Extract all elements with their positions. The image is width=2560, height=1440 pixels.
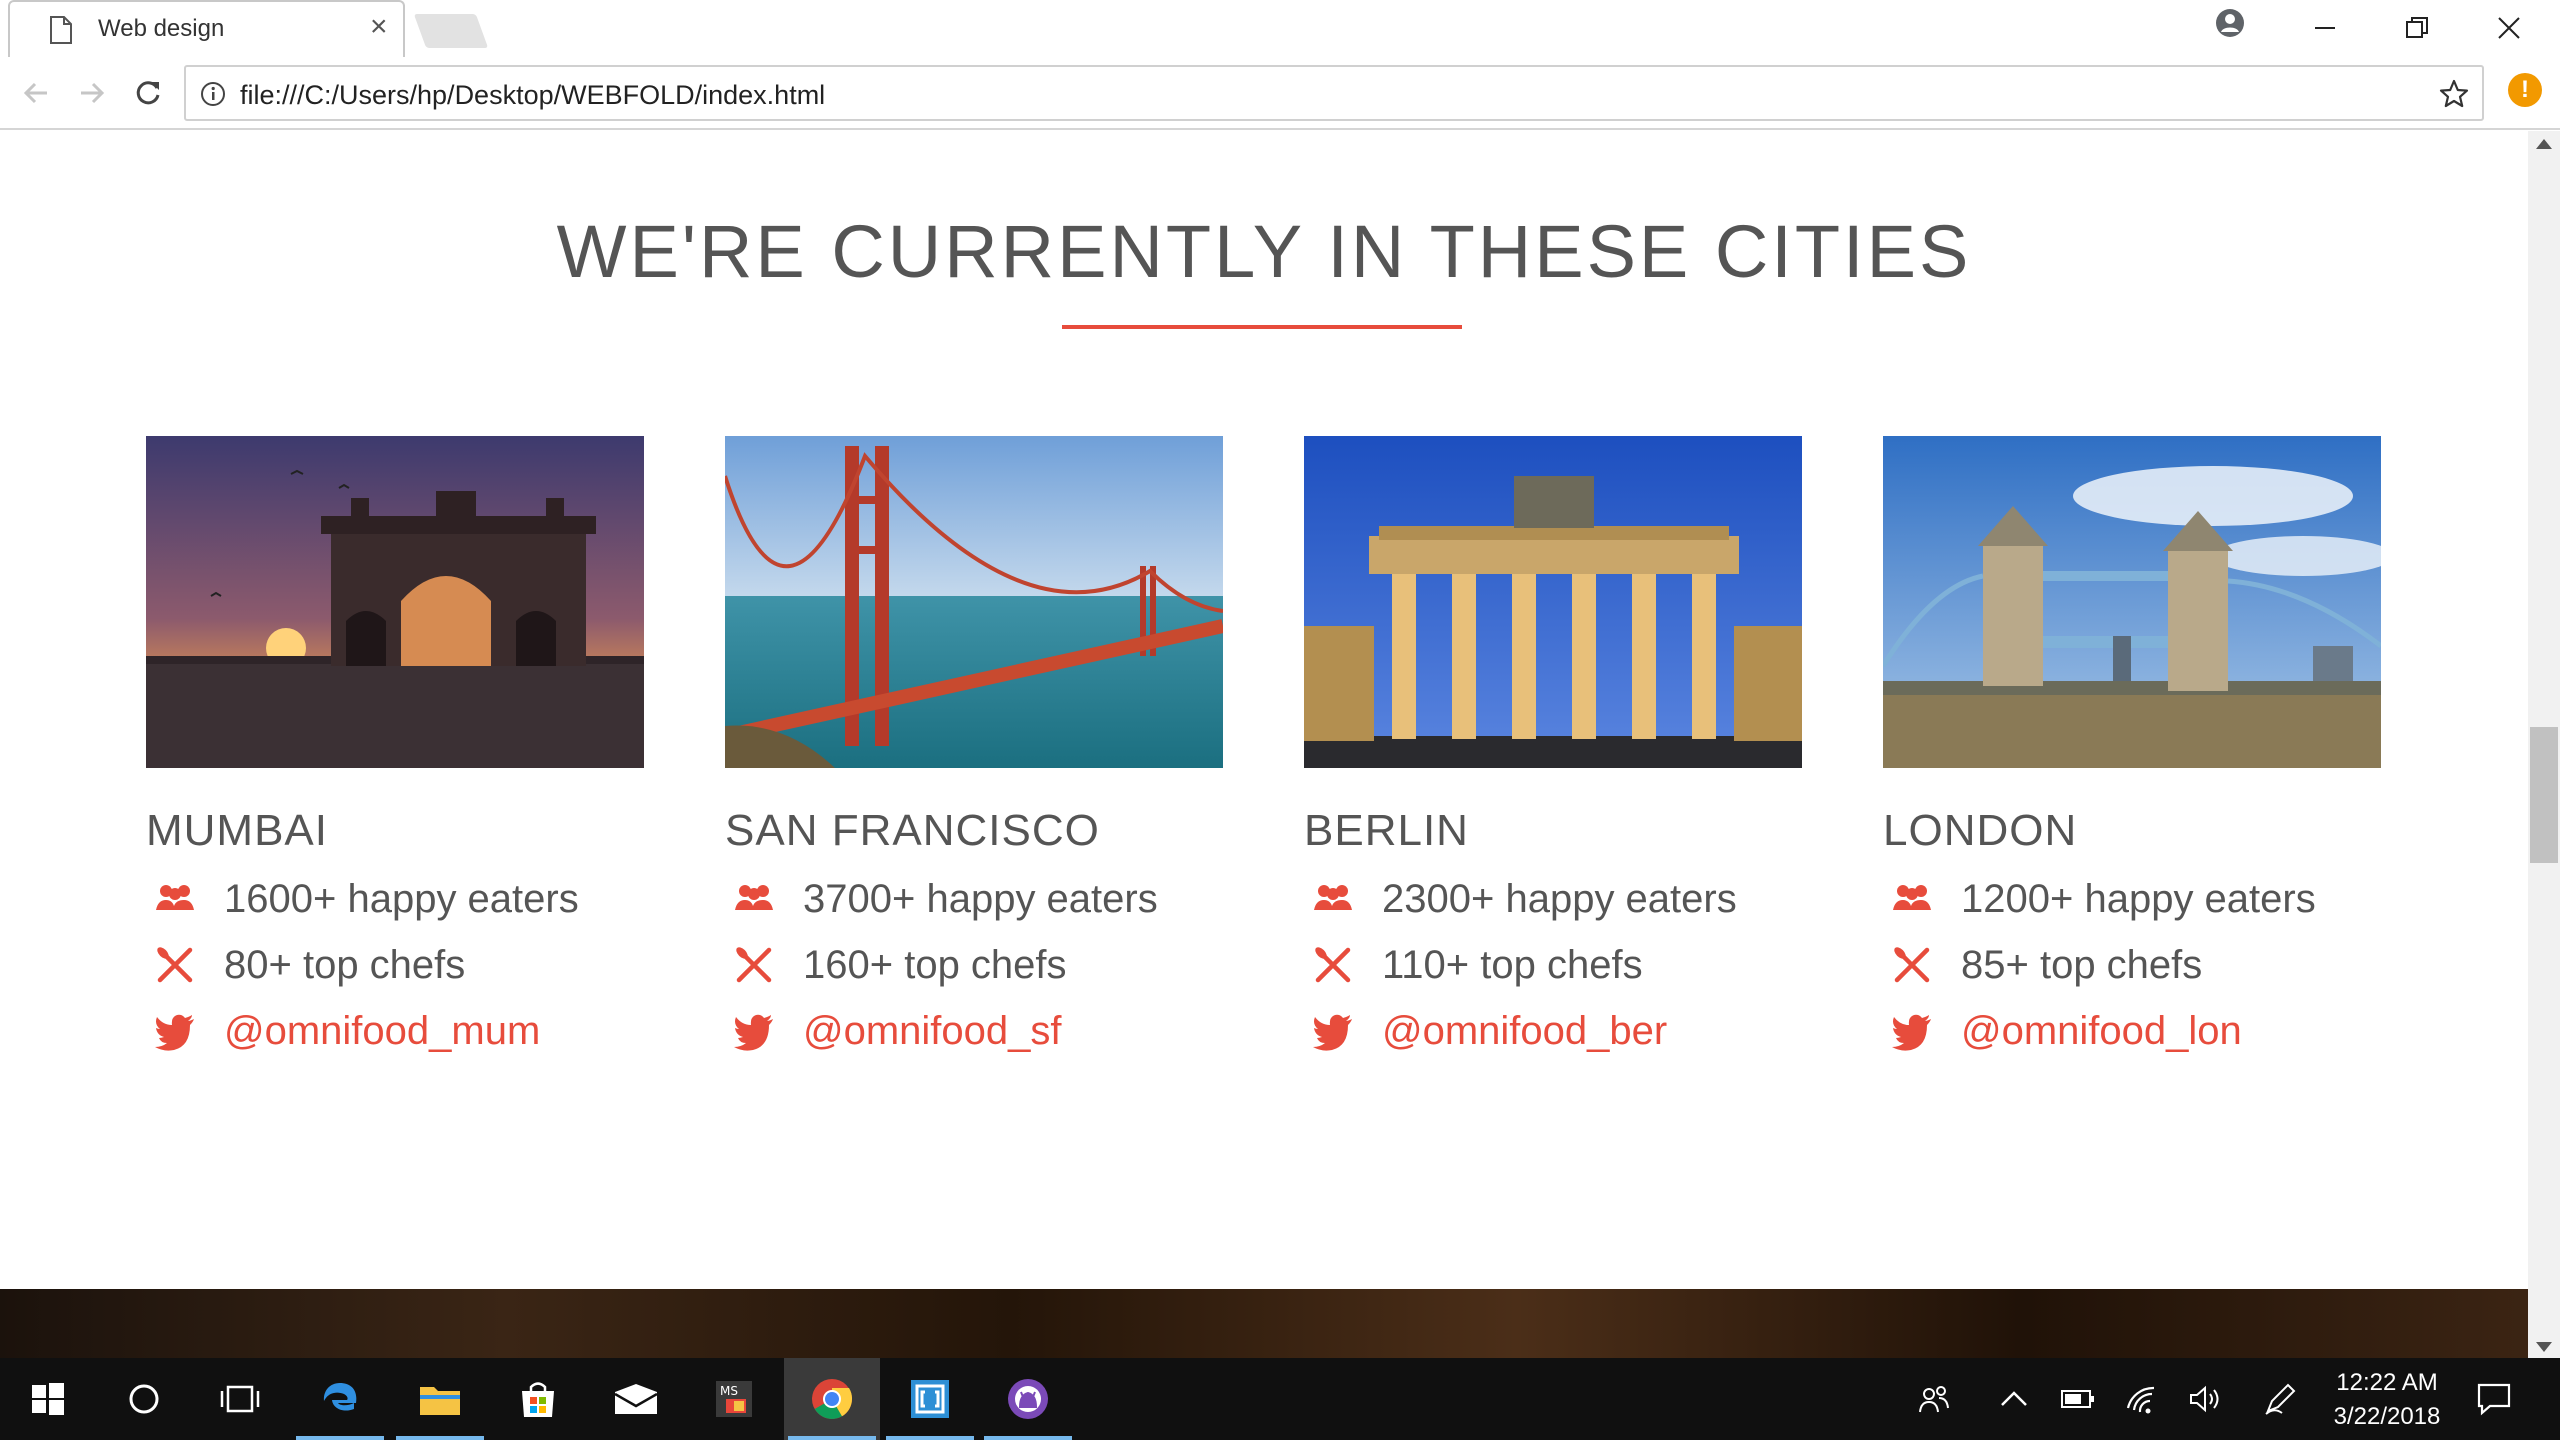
windows-taskbar: MS 12:22 AM 3/22/2018 bbox=[0, 1358, 2560, 1440]
people-icon bbox=[735, 885, 773, 910]
twitter-link[interactable]: @omnifood_lon bbox=[1961, 1009, 2242, 1054]
new-tab-button[interactable] bbox=[413, 14, 489, 48]
forward-arrow-icon[interactable] bbox=[72, 73, 112, 113]
scrollbar-thumb[interactable] bbox=[2530, 727, 2558, 863]
twitter-icon bbox=[1313, 1014, 1352, 1051]
city-card-mumbai: MUMBAI 1600+ happy eaters 80+ top chefs … bbox=[146, 436, 644, 1064]
tab-close-icon[interactable]: × bbox=[370, 12, 388, 42]
feature-twitter[interactable]: @omnifood_ber bbox=[1304, 998, 1802, 1064]
feature-chefs: 110+ top chefs bbox=[1304, 932, 1802, 998]
scroll-up-icon[interactable] bbox=[2536, 139, 2552, 149]
profile-icon[interactable] bbox=[2215, 8, 2245, 38]
scroll-down-icon[interactable] bbox=[2536, 1342, 2552, 1352]
taskbar-clock[interactable]: 12:22 AM 3/22/2018 bbox=[2312, 1366, 2462, 1434]
pen-workspace-icon[interactable] bbox=[2254, 1358, 2306, 1440]
chrome-icon[interactable] bbox=[784, 1358, 880, 1440]
update-alert-icon[interactable]: ! bbox=[2508, 73, 2542, 107]
battery-icon[interactable] bbox=[2052, 1358, 2104, 1440]
page-content: WE'RE CURRENTLY IN THESE CITIES MUMBAI 1… bbox=[0, 131, 2528, 1358]
twitter-icon bbox=[155, 1014, 194, 1051]
page-icon bbox=[50, 16, 72, 44]
section-title: WE'RE CURRENTLY IN THESE CITIES bbox=[556, 210, 1972, 293]
clock-time: 12:22 AM bbox=[2336, 1369, 2438, 1396]
feature-eaters: 3700+ happy eaters bbox=[725, 866, 1223, 932]
tab-title: Web design bbox=[98, 15, 225, 42]
feature-chefs: 85+ top chefs bbox=[1883, 932, 2381, 998]
mumbai-photo bbox=[146, 436, 644, 768]
twitter-icon bbox=[1892, 1014, 1931, 1051]
city-name: LONDON bbox=[1883, 806, 2078, 855]
cutlery-icon bbox=[157, 947, 193, 983]
next-section-background bbox=[0, 1289, 2528, 1358]
close-window-icon[interactable] bbox=[2484, 8, 2534, 48]
brackets-icon[interactable] bbox=[882, 1358, 978, 1440]
people-icon bbox=[1893, 885, 1931, 910]
feature-twitter[interactable]: @omnifood_mum bbox=[146, 998, 644, 1064]
cutlery-icon bbox=[736, 947, 772, 983]
san-francisco-photo bbox=[725, 436, 1223, 768]
feature-eaters: 1200+ happy eaters bbox=[1883, 866, 2381, 932]
feature-twitter[interactable]: @omnifood_lon bbox=[1883, 998, 2381, 1064]
twitter-link[interactable]: @omnifood_sf bbox=[803, 1009, 1062, 1054]
edge-icon[interactable] bbox=[292, 1358, 388, 1440]
people-tray-icon[interactable] bbox=[1908, 1358, 1960, 1440]
cutlery-icon bbox=[1315, 947, 1351, 983]
show-hidden-icons-icon[interactable] bbox=[1988, 1358, 2040, 1440]
city-card-san-francisco: SAN FRANCISCO 3700+ happy eaters 160+ to… bbox=[725, 436, 1223, 1064]
browser-toolbar: file:///C:/Users/hp/Desktop/WEBFOLD/inde… bbox=[0, 57, 2560, 130]
task-view-icon[interactable] bbox=[192, 1358, 288, 1440]
feature-chefs: 80+ top chefs bbox=[146, 932, 644, 998]
city-name: MUMBAI bbox=[146, 806, 328, 855]
feature-eaters: 2300+ happy eaters bbox=[1304, 866, 1802, 932]
feature-twitter[interactable]: @omnifood_sf bbox=[725, 998, 1223, 1064]
mail-icon[interactable] bbox=[588, 1358, 684, 1440]
file-explorer-icon[interactable] bbox=[392, 1358, 488, 1440]
reload-icon[interactable] bbox=[128, 73, 168, 113]
cortana-icon[interactable] bbox=[96, 1358, 192, 1440]
twitter-link[interactable]: @omnifood_ber bbox=[1382, 1009, 1667, 1054]
feature-chefs: 160+ top chefs bbox=[725, 932, 1223, 998]
vertical-scrollbar[interactable] bbox=[2528, 131, 2560, 1358]
store-icon[interactable] bbox=[490, 1358, 586, 1440]
address-bar[interactable]: file:///C:/Users/hp/Desktop/WEBFOLD/inde… bbox=[184, 65, 2484, 121]
feature-eaters: 1600+ happy eaters bbox=[146, 866, 644, 932]
wifi-icon[interactable] bbox=[2116, 1358, 2168, 1440]
cutlery-icon bbox=[1894, 947, 1930, 983]
berlin-photo bbox=[1304, 436, 1802, 768]
info-icon[interactable] bbox=[200, 81, 226, 107]
github-icon[interactable] bbox=[980, 1358, 1076, 1440]
london-photo bbox=[1883, 436, 2381, 768]
restore-icon[interactable] bbox=[2392, 8, 2442, 48]
city-card-london: LONDON 1200+ happy eaters 85+ top chefs … bbox=[1883, 436, 2381, 1064]
city-name: SAN FRANCISCO bbox=[725, 806, 1100, 855]
tab-strip: Web design × bbox=[0, 0, 2560, 57]
twitter-icon bbox=[734, 1014, 773, 1051]
ms-app-icon[interactable]: MS bbox=[686, 1358, 782, 1440]
back-arrow-icon[interactable] bbox=[16, 73, 56, 113]
people-icon bbox=[1314, 885, 1352, 910]
twitter-link[interactable]: @omnifood_mum bbox=[224, 1009, 540, 1054]
browser-tab[interactable]: Web design × bbox=[8, 0, 405, 57]
bookmark-star-icon[interactable] bbox=[2438, 78, 2470, 110]
start-icon[interactable] bbox=[0, 1358, 96, 1440]
people-icon bbox=[156, 885, 194, 910]
svg-text:MS: MS bbox=[720, 1384, 738, 1398]
title-underline bbox=[1062, 325, 1462, 329]
volume-icon[interactable] bbox=[2180, 1358, 2232, 1440]
city-name: BERLIN bbox=[1304, 806, 1469, 855]
clock-date: 3/22/2018 bbox=[2333, 1403, 2441, 1430]
action-center-icon[interactable] bbox=[2468, 1358, 2520, 1440]
minimize-icon[interactable] bbox=[2300, 8, 2350, 48]
city-card-berlin: BERLIN 2300+ happy eaters 110+ top chefs… bbox=[1304, 436, 1802, 1064]
url-text[interactable]: file:///C:/Users/hp/Desktop/WEBFOLD/inde… bbox=[240, 80, 825, 111]
